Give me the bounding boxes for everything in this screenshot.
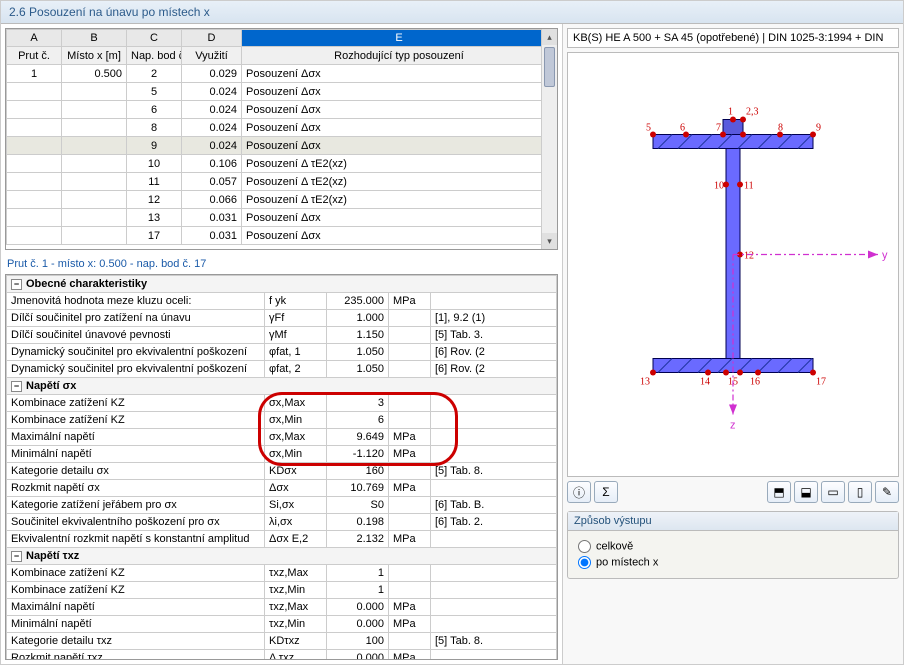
col-header[interactable]: Využití [182,47,242,65]
left-panel: ABCDE Prut č.Místo x [m]Nap. bod č.Využi… [1,24,563,664]
col-header[interactable]: Prut č. [7,47,62,65]
view2-button[interactable]: ⬓ [794,481,818,503]
results-grid-wrap: ABCDE Prut č.Místo x [m]Nap. bod č.Využi… [5,28,558,250]
node-label: 7 [716,123,721,134]
output-opt-by-x[interactable]: po místech x [578,556,888,569]
col-header[interactable]: Nap. bod č. [127,47,182,65]
scroll-thumb[interactable] [544,47,555,87]
prop-row[interactable]: Rozkmit napětí τxzΔ τxz0.000MPa [7,650,557,661]
node-label: 6 [680,123,685,134]
node-label: 11 [744,181,754,192]
sigma-button[interactable]: Σ [594,481,618,503]
col-header[interactable]: Rozhodující typ posouzení [242,47,557,65]
prop-group[interactable]: −Napětí σx [7,378,557,395]
prop-row[interactable]: Kategorie detailu σxKDσx160[5] Tab. 8. [7,463,557,480]
prop-row[interactable]: Ekvivalentní rozkmit napětí s konstantní… [7,531,557,548]
prop-row[interactable]: Maximální napětíσx,Max9.649MPa [7,429,557,446]
table-row[interactable]: 120.066Posouzení Δ τE2(xz) [7,191,557,209]
view3-button[interactable]: ▭ [821,481,845,503]
node-label: 5 [646,123,651,134]
node-label: 12 [744,251,754,262]
node-label: 14 [700,377,710,388]
table-row[interactable]: 110.057Posouzení Δ τE2(xz) [7,173,557,191]
prop-row[interactable]: Maximální napětíτxz,Max0.000MPa [7,599,557,616]
prop-row[interactable]: Dynamický součinitel pro ekvivalentní po… [7,361,557,378]
prop-row[interactable]: Kombinace zatížení KZτxz,Max1 [7,565,557,582]
scroll-down-icon[interactable]: ▾ [542,233,557,249]
node-label: 8 [778,123,783,134]
table-row[interactable]: 130.031Posouzení Δσx [7,209,557,227]
collapse-icon[interactable]: − [11,551,22,562]
node-label: 16 [750,377,760,388]
table-row[interactable]: 170.031Posouzení Δσx [7,227,557,245]
collapse-icon[interactable]: − [11,381,22,392]
content-area: ABCDE Prut č.Místo x [m]Nap. bod č.Využi… [1,24,903,664]
prop-group[interactable]: −Obecné charakteristiky [7,276,557,293]
view1-button[interactable]: ⬒ [767,481,791,503]
prop-row[interactable]: Kombinace zatížení KZσx,Min6 [7,412,557,429]
node-label: 10 [714,181,724,192]
print-button[interactable]: ✎ [875,481,899,503]
output-mode-group: Způsob výstupu celkově po místech x [567,511,899,579]
scroll-up-icon[interactable]: ▴ [542,29,557,45]
table-row[interactable]: 80.024Posouzení Δσx [7,119,557,137]
output-mode-title: Způsob výstupu [568,512,898,531]
col-letter[interactable]: C [127,30,182,47]
property-grid-wrap: −Obecné charakteristikyJmenovitá hodnota… [5,274,558,660]
col-letter[interactable]: B [62,30,127,47]
preview-title: KB(S) HE A 500 + SA 45 (opotřebené) | DI… [567,28,899,48]
prop-row[interactable]: Dílčí součinitel pro zatížení na únavuγF… [7,310,557,327]
col-letter[interactable]: D [182,30,242,47]
table-row[interactable]: 90.024Posouzení Δσx [7,137,557,155]
output-opt-overall[interactable]: celkově [578,540,888,553]
prop-row[interactable]: Kombinace zatížení KZτxz,Min1 [7,582,557,599]
node-label: 1 [728,107,733,118]
table-row[interactable]: 100.106Posouzení Δ τE2(xz) [7,155,557,173]
view4-button[interactable]: ▯ [848,481,872,503]
axis-z-label: z [730,420,736,432]
prop-group[interactable]: −Napětí τxz [7,548,557,565]
section-preview: 1 2,3 5 6 7 8 9 11 10 12 13 14 15 16 [567,52,899,477]
col-letter[interactable]: A [7,30,62,47]
prop-row[interactable]: Kombinace zatížení KZσx,Max3 [7,395,557,412]
node-label: 17 [816,377,826,388]
prop-row[interactable]: Jmenovitá hodnota meze kluzu oceli:f yk2… [7,293,557,310]
detail-label: Prut č. 1 - místo x: 0.500 - nap. bod č.… [1,254,562,274]
prop-row[interactable]: Dynamický součinitel pro ekvivalentní po… [7,344,557,361]
prop-row[interactable]: Kategorie zatížení jeřábem pro σxSi,σxS0… [7,497,557,514]
property-grid[interactable]: −Obecné charakteristikyJmenovitá hodnota… [6,275,557,660]
prop-row[interactable]: Minimální napětíσx,Min-1.120MPa [7,446,557,463]
collapse-icon[interactable]: − [11,279,22,290]
col-header[interactable]: Místo x [m] [62,47,127,65]
right-panel: KB(S) HE A 500 + SA 45 (opotřebené) | DI… [563,24,903,664]
node-label: 13 [640,377,650,388]
main-window: 2.6 Posouzení na únavu po místech x ABCD… [0,0,904,665]
col-letter[interactable]: E [242,30,557,47]
prop-row[interactable]: Součinitel ekvivalentního poškození pro … [7,514,557,531]
node-label: 9 [816,123,821,134]
prop-row[interactable]: Dílčí součinitel únavové pevnostiγMf1.15… [7,327,557,344]
table-row[interactable]: 10.50020.029Posouzení Δσx [7,65,557,83]
table-row[interactable]: 60.024Posouzení Δσx [7,101,557,119]
window-title: 2.6 Posouzení na únavu po místech x [1,1,903,24]
prop-row[interactable]: Rozkmit napětí σxΔσx10.769MPa [7,480,557,497]
grid-scrollbar[interactable]: ▴ ▾ [541,29,557,249]
axis-y-label: y [882,250,888,262]
node-label: 2,3 [746,107,759,118]
prop-row[interactable]: Minimální napětíτxz,Min0.000MPa [7,616,557,633]
table-row[interactable]: 50.024Posouzení Δσx [7,83,557,101]
prop-row[interactable]: Kategorie detailu τxzKDτxz100[5] Tab. 8. [7,633,557,650]
section-svg: 1 2,3 5 6 7 8 9 11 10 12 13 14 15 16 [568,53,898,476]
preview-toolbar: ⓘ Σ ⬒ ⬓ ▭ ▯ ✎ [563,477,903,507]
results-grid[interactable]: ABCDE Prut č.Místo x [m]Nap. bod č.Využi… [6,29,557,245]
info-button[interactable]: ⓘ [567,481,591,503]
